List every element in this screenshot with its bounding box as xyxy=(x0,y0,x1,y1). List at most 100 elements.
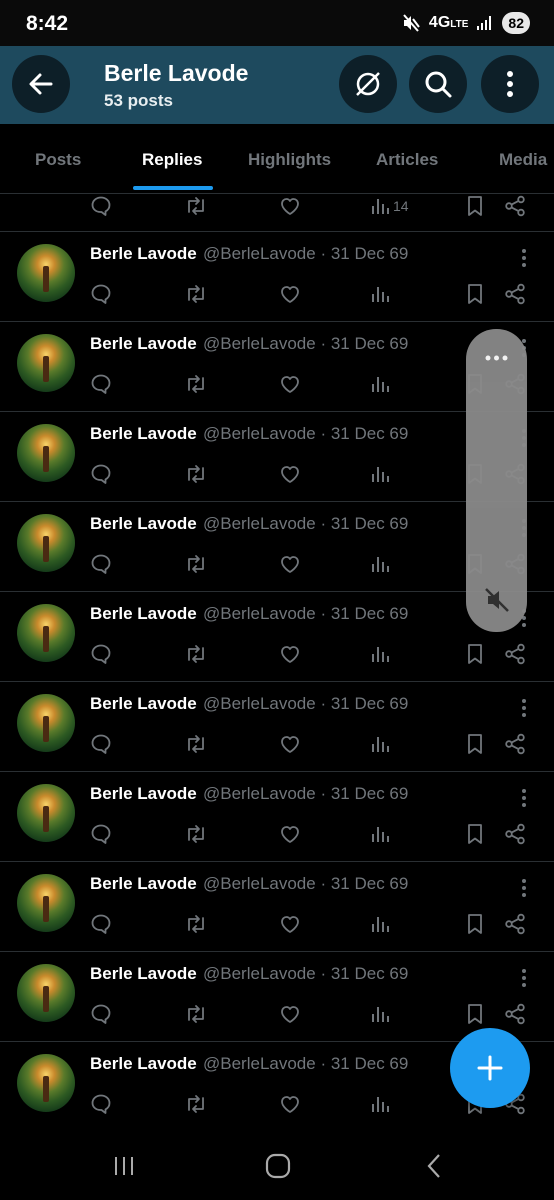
tab-media[interactable]: Media xyxy=(499,150,547,170)
reply-button[interactable] xyxy=(89,462,113,486)
bookmark-button[interactable] xyxy=(463,282,487,306)
repost-button[interactable] xyxy=(184,1092,208,1116)
repost-button[interactable] xyxy=(184,822,208,846)
like-button[interactable] xyxy=(278,1092,302,1116)
author-name[interactable]: Berle Lavode xyxy=(90,334,197,354)
avatar[interactable] xyxy=(17,244,75,302)
like-button[interactable] xyxy=(278,194,302,218)
reply-button[interactable] xyxy=(89,1002,113,1026)
share-button[interactable] xyxy=(503,822,527,846)
avatar[interactable] xyxy=(17,604,75,662)
reply-button[interactable] xyxy=(89,732,113,756)
like-button[interactable] xyxy=(278,552,302,576)
like-button[interactable] xyxy=(278,282,302,306)
reply-button[interactable] xyxy=(89,194,113,218)
more-horizontal-icon[interactable] xyxy=(484,351,509,365)
views-button[interactable] xyxy=(368,642,392,666)
repost-button[interactable] xyxy=(184,912,208,936)
post-more-button[interactable] xyxy=(514,786,534,810)
author-name[interactable]: Berle Lavode xyxy=(90,874,197,894)
reply-post[interactable]: Berle Lavode @BerleLavode · 31 Dec 69 xyxy=(0,232,554,322)
views-button[interactable] xyxy=(368,822,392,846)
reply-button[interactable] xyxy=(89,642,113,666)
reply-post[interactable]: Berle Lavode @BerleLavode · 31 Dec 69 xyxy=(0,682,554,772)
avatar[interactable] xyxy=(17,424,75,482)
like-button[interactable] xyxy=(278,732,302,756)
avatar[interactable] xyxy=(17,784,75,842)
author-name[interactable]: Berle Lavode xyxy=(90,244,197,264)
author-name[interactable]: Berle Lavode xyxy=(90,1054,197,1074)
repost-button[interactable] xyxy=(184,732,208,756)
reply-button[interactable] xyxy=(89,282,113,306)
share-button[interactable] xyxy=(503,642,527,666)
views-button[interactable] xyxy=(368,462,392,486)
post-more-button[interactable] xyxy=(514,876,534,900)
repost-button[interactable] xyxy=(184,372,208,396)
avatar[interactable] xyxy=(17,964,75,1022)
author-name[interactable]: Berle Lavode xyxy=(90,604,197,624)
mute-icon[interactable] xyxy=(483,586,511,614)
reply-button[interactable] xyxy=(89,552,113,576)
avatar[interactable] xyxy=(17,694,75,752)
like-button[interactable] xyxy=(278,642,302,666)
like-button[interactable] xyxy=(278,462,302,486)
tab-posts[interactable]: Posts xyxy=(35,150,81,170)
floating-media-panel[interactable] xyxy=(466,329,527,632)
reply-button[interactable] xyxy=(89,372,113,396)
tab-articles[interactable]: Articles xyxy=(376,150,438,170)
bookmark-button[interactable] xyxy=(463,912,487,936)
bookmark-button[interactable] xyxy=(463,194,487,218)
reply-button[interactable] xyxy=(89,1092,113,1116)
views-button[interactable] xyxy=(368,1092,392,1116)
views-button[interactable] xyxy=(368,552,392,576)
post-more-button[interactable] xyxy=(514,696,534,720)
repost-button[interactable] xyxy=(184,462,208,486)
avatar[interactable] xyxy=(17,1054,75,1112)
bookmark-button[interactable] xyxy=(463,642,487,666)
reply-button[interactable] xyxy=(89,822,113,846)
system-back-button[interactable] xyxy=(414,1150,454,1182)
bookmark-button[interactable] xyxy=(463,1002,487,1026)
views-button[interactable] xyxy=(368,732,392,756)
repost-button[interactable] xyxy=(184,642,208,666)
share-button[interactable] xyxy=(503,912,527,936)
tab-highlights[interactable]: Highlights xyxy=(248,150,331,170)
author-name[interactable]: Berle Lavode xyxy=(90,694,197,714)
repost-button[interactable] xyxy=(184,552,208,576)
reply-post[interactable]: Berle Lavode @BerleLavode · 31 Dec 69 xyxy=(0,772,554,862)
author-name[interactable]: Berle Lavode xyxy=(90,964,197,984)
reply-button[interactable] xyxy=(89,912,113,936)
share-button[interactable] xyxy=(503,194,527,218)
recents-button[interactable] xyxy=(104,1150,144,1182)
repost-button[interactable] xyxy=(184,282,208,306)
reply-post[interactable]: Berle Lavode @BerleLavode · 31 Dec 69 xyxy=(0,952,554,1042)
back-button[interactable] xyxy=(12,55,70,113)
avatar[interactable] xyxy=(17,514,75,572)
post-more-button[interactable] xyxy=(514,966,534,990)
author-name[interactable]: Berle Lavode xyxy=(90,424,197,444)
author-name[interactable]: Berle Lavode xyxy=(90,514,197,534)
avatar[interactable] xyxy=(17,874,75,932)
more-options-button[interactable] xyxy=(481,55,539,113)
views-button[interactable] xyxy=(368,912,392,936)
share-button[interactable] xyxy=(503,282,527,306)
repost-button[interactable] xyxy=(184,1002,208,1026)
bookmark-button[interactable] xyxy=(463,822,487,846)
like-button[interactable] xyxy=(278,1002,302,1026)
views-button[interactable] xyxy=(368,1002,392,1026)
search-button[interactable] xyxy=(409,55,467,113)
avatar[interactable] xyxy=(17,334,75,392)
like-button[interactable] xyxy=(278,822,302,846)
views-button[interactable] xyxy=(368,194,392,218)
like-button[interactable] xyxy=(278,372,302,396)
author-name[interactable]: Berle Lavode xyxy=(90,784,197,804)
views-button[interactable] xyxy=(368,372,392,396)
reply-post[interactable]: Berle Lavode @BerleLavode · 31 Dec 69 xyxy=(0,862,554,952)
compose-button[interactable] xyxy=(450,1028,530,1108)
repost-button[interactable] xyxy=(184,194,208,218)
post-more-button[interactable] xyxy=(514,246,534,270)
grok-button[interactable] xyxy=(339,55,397,113)
home-button[interactable] xyxy=(258,1150,298,1182)
like-button[interactable] xyxy=(278,912,302,936)
share-button[interactable] xyxy=(503,732,527,756)
